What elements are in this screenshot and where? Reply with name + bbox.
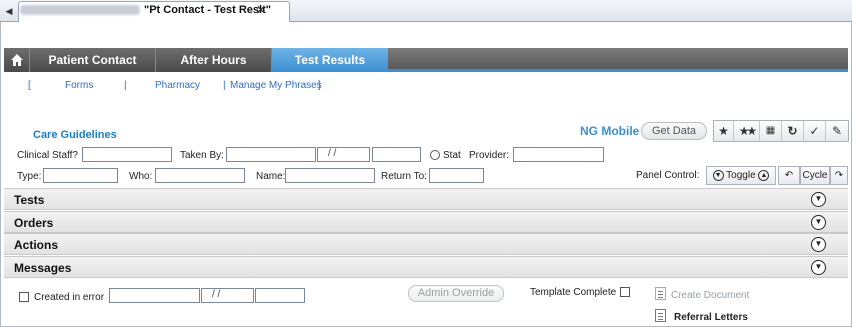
- clinical-staff-label: Clinical Staff?: [17, 150, 78, 161]
- created-in-error-date-field[interactable]: / /: [201, 288, 254, 303]
- sublink-divider: |: [124, 80, 127, 91]
- redacted-patient-info: [20, 5, 140, 15]
- nav-bar-filler: [388, 48, 848, 72]
- tab-test-results[interactable]: Test Results: [272, 48, 388, 72]
- who-label: Who:: [129, 171, 153, 182]
- ng-mobile-label: NG Mobile: [580, 124, 640, 138]
- template-complete-label: Template Complete: [530, 287, 617, 298]
- return-to-field[interactable]: [429, 168, 484, 183]
- tab-scroll-left-icon[interactable]: ◀: [2, 4, 16, 18]
- taken-by-time-field[interactable]: [372, 147, 421, 162]
- section-orders[interactable]: Orders ▼: [4, 211, 848, 233]
- taken-by-field[interactable]: [226, 147, 316, 162]
- cycle-forward-icon[interactable]: ↷: [830, 166, 848, 185]
- provider-label: Provider:: [469, 150, 510, 161]
- admin-override-button[interactable]: Admin Override: [408, 285, 504, 302]
- return-to-label: Return To:: [381, 171, 427, 182]
- created-in-error-name-field[interactable]: [109, 288, 200, 303]
- star-icon[interactable]: ★: [714, 121, 734, 141]
- provider-field[interactable]: [513, 147, 604, 162]
- home-icon: [11, 54, 23, 66]
- type-field[interactable]: [43, 168, 118, 183]
- section-title: Tests: [14, 193, 45, 207]
- section-title: Messages: [14, 261, 72, 275]
- create-document-button[interactable]: Create Document: [671, 290, 749, 301]
- expand-section-icon[interactable]: ▼: [811, 260, 826, 275]
- panel-control-label: Panel Control:: [636, 170, 700, 181]
- taken-by-date-field[interactable]: / /: [317, 147, 370, 162]
- stat-label: Stat: [443, 150, 461, 161]
- date-separator: / /: [328, 148, 337, 159]
- section-actions[interactable]: Actions ▼: [4, 233, 848, 255]
- section-messages[interactable]: Messages ▼: [4, 256, 848, 278]
- clipboard-check-icon[interactable]: ✓: [804, 121, 826, 141]
- section-tests[interactable]: Tests ▼: [4, 188, 848, 210]
- stat-radio[interactable]: [430, 150, 440, 160]
- sublink-forms[interactable]: Forms: [65, 80, 93, 91]
- sublink-bracket: ]: [318, 80, 321, 91]
- created-in-error-checkbox[interactable]: [19, 292, 29, 302]
- referral-letters-button[interactable]: Referral Letters: [674, 312, 748, 323]
- icon-toolbar: ★ ★★ ▦ ↻ ✓ ✎: [713, 120, 849, 142]
- referral-letters-icon: [655, 309, 666, 322]
- cycle-back-icon[interactable]: ↶: [778, 166, 800, 185]
- expand-all-icon: ▼: [712, 169, 724, 181]
- get-data-button[interactable]: Get Data: [641, 122, 707, 140]
- sublink-pharmacy[interactable]: Pharmacy: [155, 80, 200, 91]
- created-in-error-label: Created in error: [34, 292, 105, 303]
- sublink-bracket: [: [28, 80, 31, 91]
- eraser-icon[interactable]: ✎: [826, 121, 848, 141]
- close-tab-icon[interactable]: ✕: [256, 3, 266, 17]
- refresh-icon[interactable]: ↻: [782, 121, 804, 141]
- create-document-icon: [655, 287, 666, 300]
- type-label: Type:: [17, 171, 42, 182]
- clinical-staff-field[interactable]: [82, 147, 172, 162]
- double-star-icon[interactable]: ★★: [734, 121, 760, 141]
- expand-section-icon[interactable]: ▼: [811, 192, 826, 207]
- toggle-label: Toggle: [726, 170, 756, 181]
- nav-home-button[interactable]: [4, 48, 30, 72]
- care-guidelines-link[interactable]: Care Guidelines: [33, 129, 117, 141]
- cycle-button[interactable]: Cycle: [800, 166, 830, 185]
- main-nav-bar: Patient Contact After Hours Test Results: [4, 48, 848, 72]
- sublink-divider: |: [223, 80, 226, 91]
- calculator-icon[interactable]: ▦: [760, 121, 782, 141]
- sublink-manage-phrases[interactable]: Manage My Phrases: [230, 80, 322, 91]
- expand-section-icon[interactable]: ▼: [811, 215, 826, 230]
- tab-patient-contact[interactable]: Patient Contact: [30, 48, 156, 72]
- name-label: Name:: [256, 171, 286, 182]
- document-tab-title: "Pt Contact - Test Reslt": [144, 4, 271, 16]
- collapse-all-icon: ▲: [758, 169, 770, 181]
- date-separator: / /: [212, 289, 221, 300]
- template-complete-checkbox[interactable]: [620, 287, 630, 297]
- taken-by-label: Taken By:: [180, 150, 224, 161]
- expand-section-icon[interactable]: ▼: [811, 237, 826, 252]
- tab-after-hours[interactable]: After Hours: [156, 48, 272, 72]
- section-title: Orders: [14, 216, 54, 230]
- created-in-error-time-field[interactable]: [255, 288, 305, 303]
- who-field[interactable]: [155, 168, 245, 183]
- name-field[interactable]: [285, 168, 375, 183]
- section-title: Actions: [14, 238, 59, 252]
- toggle-button[interactable]: ▼ Toggle ▲: [706, 166, 776, 185]
